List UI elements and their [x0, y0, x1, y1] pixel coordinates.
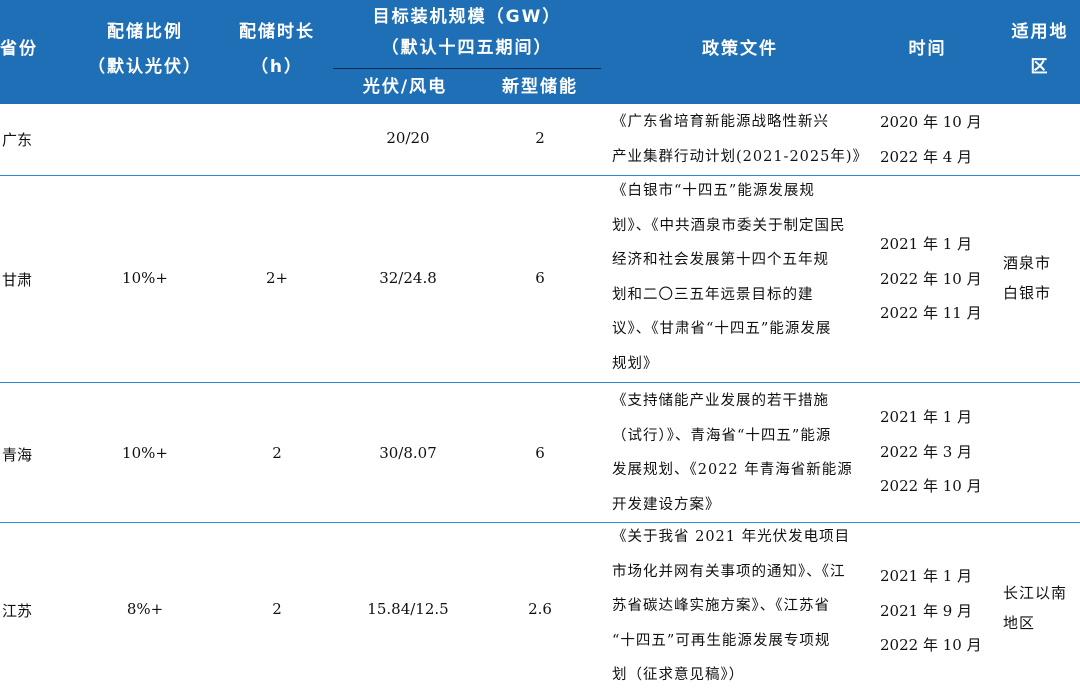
- time-line: 2022 年 3 月: [880, 442, 973, 461]
- header-time: 时间: [908, 39, 947, 59]
- time-line: 2022 年 11 月: [880, 304, 982, 322]
- policy-line: “十四五”可再生能源发展专项规: [612, 632, 831, 649]
- policy-line: 规划》: [612, 355, 659, 372]
- province-cell: 甘肃: [2, 271, 33, 289]
- policy-line: 发展规划、《2022 年青海省新能源: [612, 462, 853, 478]
- time-line: 2022 年 10 月: [880, 636, 982, 654]
- policy-cell: 《支持储能产业发展的若干措施 （试行）》、青海省“十四五”能源 发展规划、《20…: [612, 384, 862, 522]
- policy-line: 市场化并网有关事项的通知》、《江: [612, 563, 846, 580]
- header-divider: [333, 68, 601, 69]
- ratio-cell: 10%+: [122, 269, 168, 287]
- policy-line: （试行）》、青海省“十四五”能源: [612, 427, 832, 444]
- header-pv-wind: 光伏/风电: [362, 77, 448, 97]
- time-line: 2021 年 9 月: [880, 601, 973, 620]
- province-cell: 江苏: [2, 602, 33, 620]
- policy-line: 开发建设方案》: [612, 496, 721, 513]
- header-duration-line2: （h）: [250, 57, 304, 77]
- province-cell: 广东: [2, 131, 33, 149]
- duration-cell: 2: [272, 444, 282, 462]
- storage-cell: 6: [535, 444, 545, 462]
- header-policy: 政策文件: [702, 39, 778, 59]
- table-row: 青海 10%+ 2 30/8.07 6 《支持储能产业发展的若干措施 （试行）》…: [0, 383, 1080, 522]
- header-region-line2: 区: [1030, 57, 1050, 77]
- time-line: 2020 年 10 月: [880, 113, 982, 131]
- time-line: 2022 年 10 月: [880, 269, 982, 288]
- time-line: 2022 年 4 月: [880, 147, 973, 166]
- table-row: 广东 20/20 2 《广东省培育新能源战略性新兴 产业集群行动计划(2021-…: [0, 104, 1080, 174]
- policy-cell: 《关于我省 2021 年光伏发电项目 市场化并网有关事项的通知》、《江 苏省碳达…: [612, 520, 862, 693]
- region-cell: 长江以南 地区: [1003, 578, 1080, 638]
- duration-cell: 2: [272, 600, 282, 618]
- ratio-cell: 10%+: [122, 444, 168, 462]
- pv-wind-cell: 20/20: [386, 129, 430, 147]
- policy-line: 《白银市“十四五”能源发展规: [612, 183, 815, 199]
- storage-cell: 2: [535, 129, 545, 147]
- region-line: 酒泉市: [1003, 254, 1052, 272]
- pv-wind-cell: 30/8.07: [379, 444, 437, 462]
- province-cell: 青海: [2, 446, 33, 464]
- header-region-line1: 适用地: [1011, 22, 1069, 42]
- table-header: 省份 配储比例 （默认光伏） 配储时长 （h） 目标装机规模（GW） （默认十四…: [0, 0, 1080, 104]
- time-line: 2021 年 1 月: [880, 408, 973, 426]
- header-duration-line1: 配储时长: [239, 22, 315, 42]
- time-line: 2021 年 1 月: [880, 567, 973, 585]
- header-province: 省份: [0, 39, 38, 59]
- policy-line: 划》、《中共酒泉市委关于制定国民: [612, 217, 846, 234]
- policy-line: 划和二〇三五年远景目标的建: [612, 286, 814, 303]
- table-row: 江苏 8%+ 2 15.84/12.5 2.6 《关于我省 2021 年光伏发电…: [0, 523, 1080, 690]
- header-target-line2: （默认十四五期间）: [381, 38, 553, 58]
- time-cell: 2021 年 1 月 2022 年 10 月 2022 年 11 月: [880, 227, 990, 331]
- pv-wind-cell: 15.84/12.5: [367, 600, 449, 618]
- policy-line: 经济和社会发展第十四个五年规: [612, 252, 829, 268]
- policy-line: 划（征求意见稿》）: [612, 667, 745, 683]
- policy-line: 《支持储能产业发展的若干措施: [612, 393, 829, 409]
- region-line: 地区: [1003, 614, 1036, 632]
- region-line: 白银市: [1003, 284, 1052, 302]
- ratio-cell: 8%+: [126, 600, 164, 618]
- time-line: 2022 年 10 月: [880, 477, 982, 495]
- duration-cell: 2+: [265, 269, 289, 287]
- time-line: 2021 年 1 月: [880, 235, 973, 253]
- policy-line: 苏省碳达峰实施方案》、《江苏省: [612, 598, 830, 614]
- header-storage: 新型储能: [502, 77, 578, 97]
- header-ratio-line1: 配储比例: [107, 22, 183, 42]
- policy-line: 议》、《甘肃省“十四五”能源发展: [612, 321, 832, 337]
- policy-line: 《广东省培育新能源战略性新兴: [612, 114, 829, 130]
- policy-line: 产业集群行动计划(2021-2025年)》: [612, 148, 869, 165]
- policy-line: 《关于我省 2021 年光伏发电项目: [612, 529, 851, 545]
- header-ratio-line2: （默认光伏）: [88, 57, 202, 77]
- time-cell: 2020 年 10 月 2022 年 4 月: [880, 105, 990, 174]
- policy-cell: 《广东省培育新能源战略性新兴 产业集群行动计划(2021-2025年)》: [612, 105, 869, 174]
- region-cell: 酒泉市 白银市: [1003, 248, 1080, 308]
- pv-wind-cell: 32/24.8: [379, 269, 437, 287]
- table-row: 甘肃 10%+ 2+ 32/24.8 6 《白银市“十四五”能源发展规 划》、《…: [0, 176, 1080, 382]
- storage-cell: 6: [535, 269, 545, 287]
- header-target-line1: 目标装机规模（GW）: [372, 7, 562, 27]
- region-line: 长江以南: [1003, 584, 1068, 602]
- storage-cell: 2.6: [528, 600, 552, 618]
- time-cell: 2021 年 1 月 2022 年 3 月 2022 年 10 月: [880, 400, 990, 504]
- time-cell: 2021 年 1 月 2021 年 9 月 2022 年 10 月: [880, 559, 990, 663]
- policy-cell: 《白银市“十四五”能源发展规 划》、《中共酒泉市委关于制定国民 经济和社会发展第…: [612, 174, 862, 381]
